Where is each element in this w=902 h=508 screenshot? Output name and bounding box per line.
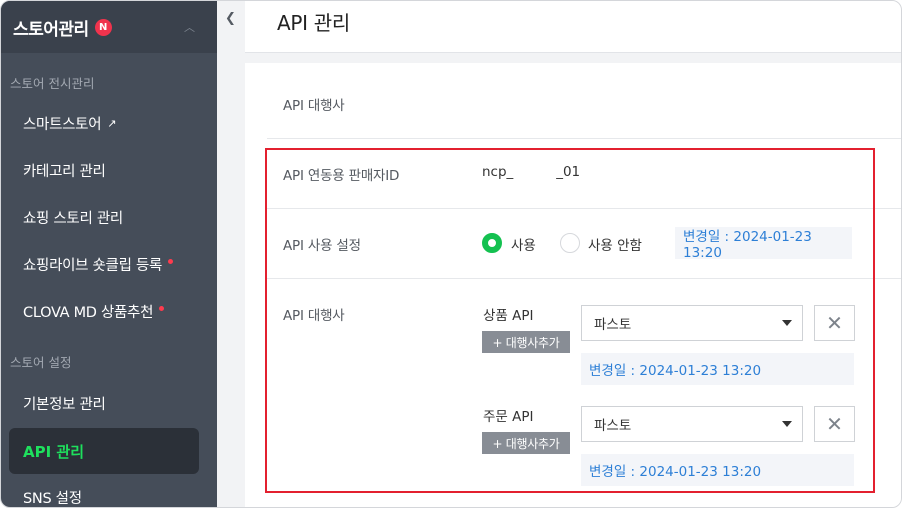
sidebar-item-label: 카테고리 관리 — [23, 164, 106, 180]
sidebar-item-label: SNS 설정 — [23, 491, 82, 507]
chevron-up-icon[interactable]: ︿ — [184, 19, 195, 35]
agency-label: API 대행사 — [283, 98, 345, 114]
sidebar-item-smartstore[interactable]: 스마트스토어 ↗ — [23, 113, 116, 134]
sidebar-section-display: 스토어 전시관리 — [10, 76, 95, 91]
new-dot-indicator — [159, 305, 165, 311]
sidebar-item-sns[interactable]: SNS 설정 — [23, 487, 82, 507]
sidebar-toggle-strip — [217, 1, 245, 507]
external-link-icon: ↗ — [107, 117, 117, 130]
sidebar-item-label: 쇼핑 스토리 관리 — [23, 211, 123, 227]
sidebar-item-label: 스마트스토어 — [23, 117, 102, 133]
sidebar-header[interactable]: 스토어관리 N ︿ — [1, 1, 217, 53]
sidebar-item-label: API 관리 — [23, 442, 85, 461]
sidebar-section-settings: 스토어 설정 — [10, 355, 72, 370]
page-title: API 관리 — [277, 11, 350, 35]
sidebar-item-clova-md[interactable]: CLOVA MD 상품추천 — [23, 301, 165, 322]
new-badge: N — [94, 18, 112, 36]
sidebar-item-label: 쇼핑라이브 숏클립 등록 — [23, 258, 163, 274]
app-window: 스토어관리 N ︿ 스토어 전시관리 스마트스토어 ↗ 카테고리 관리 쇼핑 스… — [0, 0, 902, 508]
sidebar-item-live-shortclip[interactable]: 쇼핑라이브 숏클립 등록 — [23, 254, 174, 275]
highlight-box — [265, 148, 875, 493]
sidebar-title: 스토어관리 — [13, 19, 89, 40]
sidebar-item-label: 기본정보 관리 — [23, 397, 106, 413]
sidebar-item-api-management[interactable]: API 관리 — [9, 428, 199, 474]
sidebar-item-basic-info[interactable]: 기본정보 관리 — [23, 393, 106, 414]
sidebar-item-label: CLOVA MD 상품추천 — [23, 305, 154, 321]
new-dot-indicator — [168, 258, 174, 264]
chevron-left-icon[interactable]: ❮ — [225, 11, 236, 26]
sidebar: 스토어관리 N ︿ 스토어 전시관리 스마트스토어 ↗ 카테고리 관리 쇼핑 스… — [1, 1, 217, 507]
sidebar-item-category[interactable]: 카테고리 관리 — [23, 160, 106, 181]
sidebar-item-shopping-story[interactable]: 쇼핑 스토리 관리 — [23, 207, 123, 228]
divider — [267, 138, 901, 139]
